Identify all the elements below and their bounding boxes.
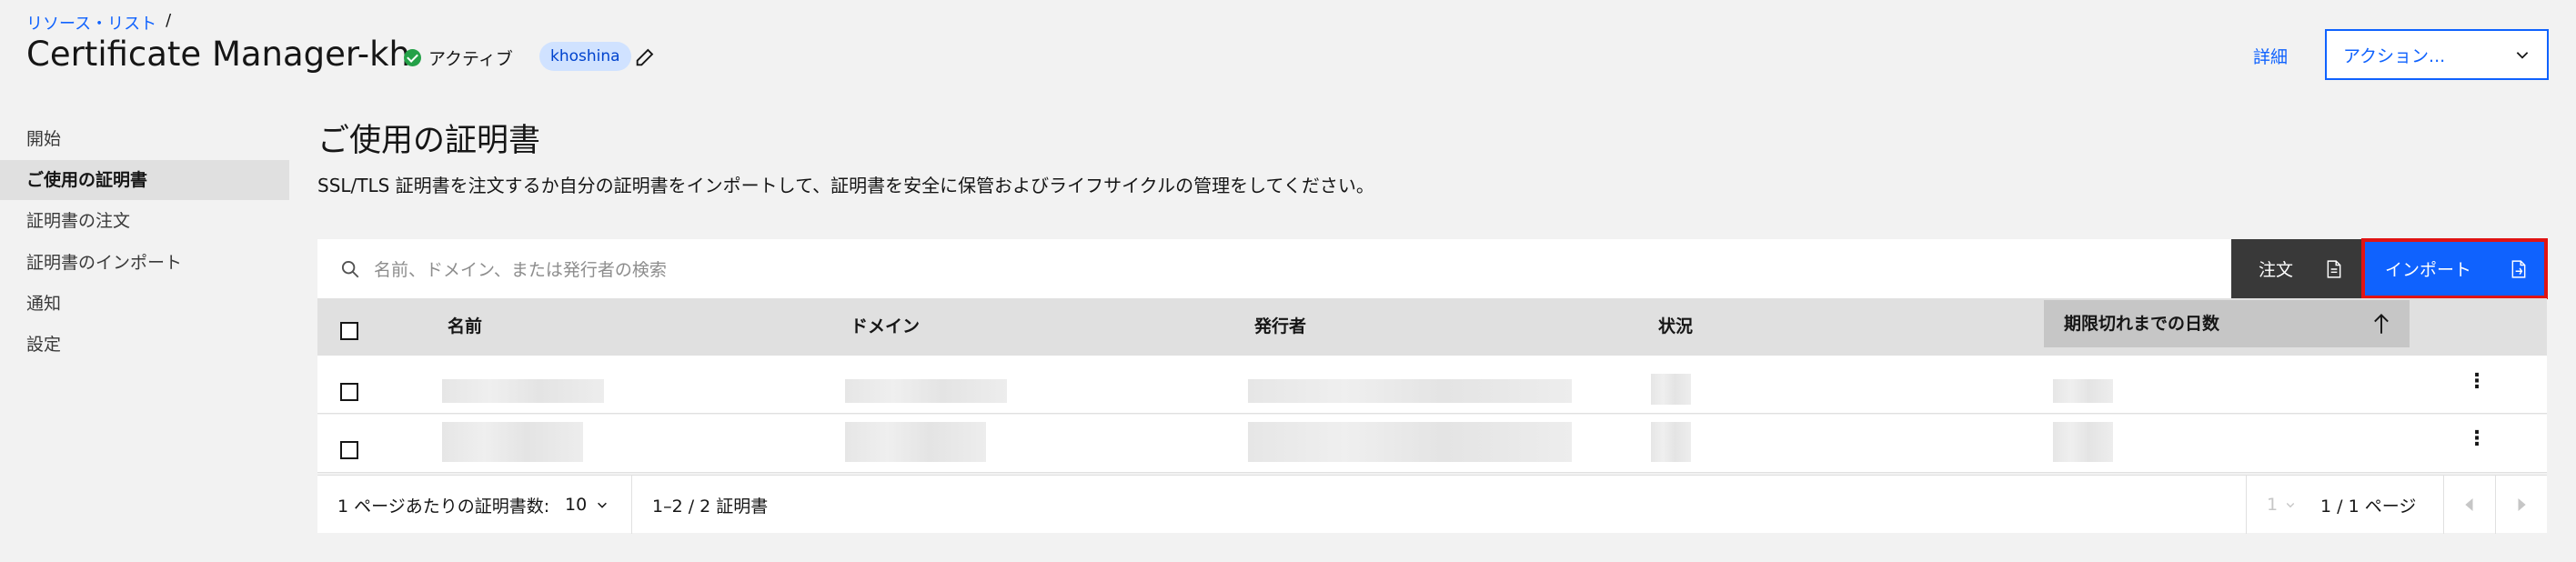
status-indicator: アクティブ: [404, 45, 513, 70]
redacted-name: [442, 422, 583, 462]
section-title: ご使用の証明書: [317, 123, 541, 159]
search-placeholder: 名前、ドメイン、または発行者の検索: [374, 260, 667, 280]
breadcrumb-link-resource-list[interactable]: リソース・リスト: [26, 11, 156, 35]
items-per-page-select[interactable]: 10: [565, 476, 609, 534]
document-icon: [2327, 259, 2341, 278]
overflow-menu-icon[interactable]: ⋮: [2467, 370, 2487, 393]
check-circle-icon: [404, 49, 421, 66]
pagination-bar: 1 ページあたりの証明書数: 10 1–2 / 2 証明書 1 1 / 1 ペー…: [317, 475, 2547, 534]
arrow-up-icon: [2374, 314, 2389, 334]
column-header-issuer[interactable]: 発行者: [1254, 298, 1306, 356]
breadcrumb: リソース・リスト /: [26, 11, 171, 35]
column-header-name[interactable]: 名前: [448, 298, 482, 356]
redacted-days: [2053, 422, 2113, 462]
order-button[interactable]: 注文: [2231, 239, 2362, 298]
column-header-days-to-expiry-label: 期限切れまでの日数: [2064, 314, 2220, 334]
actions-dropdown-label: アクション...: [2343, 45, 2446, 66]
sidebar-item-notifications[interactable]: 通知: [0, 284, 289, 324]
page-header-title: Certificate Manager-kh: [26, 35, 410, 74]
redacted-issuer: [1248, 422, 1572, 462]
table-header: 名前 ドメイン 発行者 状況 期限切れまでの日数: [317, 298, 2547, 356]
row-checkbox[interactable]: [340, 383, 358, 401]
redacted-domain: [845, 422, 986, 462]
sidebar-item-start[interactable]: 開始: [0, 119, 289, 159]
sidebar-item-order-certificate[interactable]: 証明書の注文: [0, 201, 289, 241]
chevron-down-icon: [2516, 52, 2529, 59]
chevron-down-icon: [2286, 503, 2295, 508]
search-input[interactable]: 名前、ドメイン、または発行者の検索: [317, 239, 2231, 298]
actions-dropdown[interactable]: アクション...: [2325, 29, 2549, 80]
redacted-domain: [845, 379, 1007, 403]
edit-icon[interactable]: [633, 44, 659, 69]
chevron-down-icon: [598, 502, 608, 508]
breadcrumb-separator: /: [166, 11, 172, 30]
column-header-status[interactable]: 状況: [1658, 298, 1693, 356]
search-icon: [341, 260, 359, 277]
import-button[interactable]: インポート: [2361, 238, 2548, 299]
table-row[interactable]: ⋮: [317, 356, 2547, 414]
next-page-button[interactable]: [2495, 476, 2547, 534]
owner-tag: khoshina: [539, 42, 631, 71]
sidebar-item-your-certificates[interactable]: ご使用の証明書: [0, 160, 289, 200]
overflow-menu-icon[interactable]: ⋮: [2467, 427, 2487, 450]
items-per-page-value: 10: [565, 495, 588, 515]
redacted-status: [1651, 422, 1691, 462]
import-button-label: インポート: [2385, 260, 2472, 280]
redacted-name: [442, 379, 604, 403]
document-import-icon: [2511, 259, 2526, 278]
details-link[interactable]: 詳細: [2253, 44, 2288, 68]
redacted-days: [2053, 379, 2113, 403]
page-select[interactable]: 1: [2267, 476, 2296, 534]
items-per-page-label: 1 ページあたりの証明書数:: [337, 496, 550, 517]
page-label: 1 / 1 ページ: [2320, 496, 2417, 517]
redacted-status: [1651, 374, 1691, 405]
section-description: SSL/TLS 証明書を注文するか自分の証明書をインポートして、証明書を安全に保…: [317, 175, 1374, 196]
page-select-value: 1: [2267, 495, 2279, 515]
caret-left-icon: [2464, 498, 2472, 511]
sidebar-item-import-certificate[interactable]: 証明書のインポート: [0, 243, 289, 283]
column-header-days-to-expiry[interactable]: 期限切れまでの日数: [2044, 300, 2410, 347]
item-range-label: 1–2 / 2 証明書: [652, 496, 769, 517]
select-all-checkbox[interactable]: [340, 322, 358, 340]
table-row[interactable]: ⋮: [317, 415, 2547, 473]
order-button-label: 注文: [2259, 260, 2294, 280]
caret-right-icon: [2518, 498, 2526, 511]
column-header-domain[interactable]: ドメイン: [850, 298, 920, 356]
row-checkbox[interactable]: [340, 441, 358, 459]
redacted-issuer: [1248, 379, 1572, 403]
status-label: アクティブ: [428, 49, 513, 69]
sidebar-item-settings[interactable]: 設定: [0, 325, 289, 365]
previous-page-button[interactable]: [2443, 476, 2495, 534]
